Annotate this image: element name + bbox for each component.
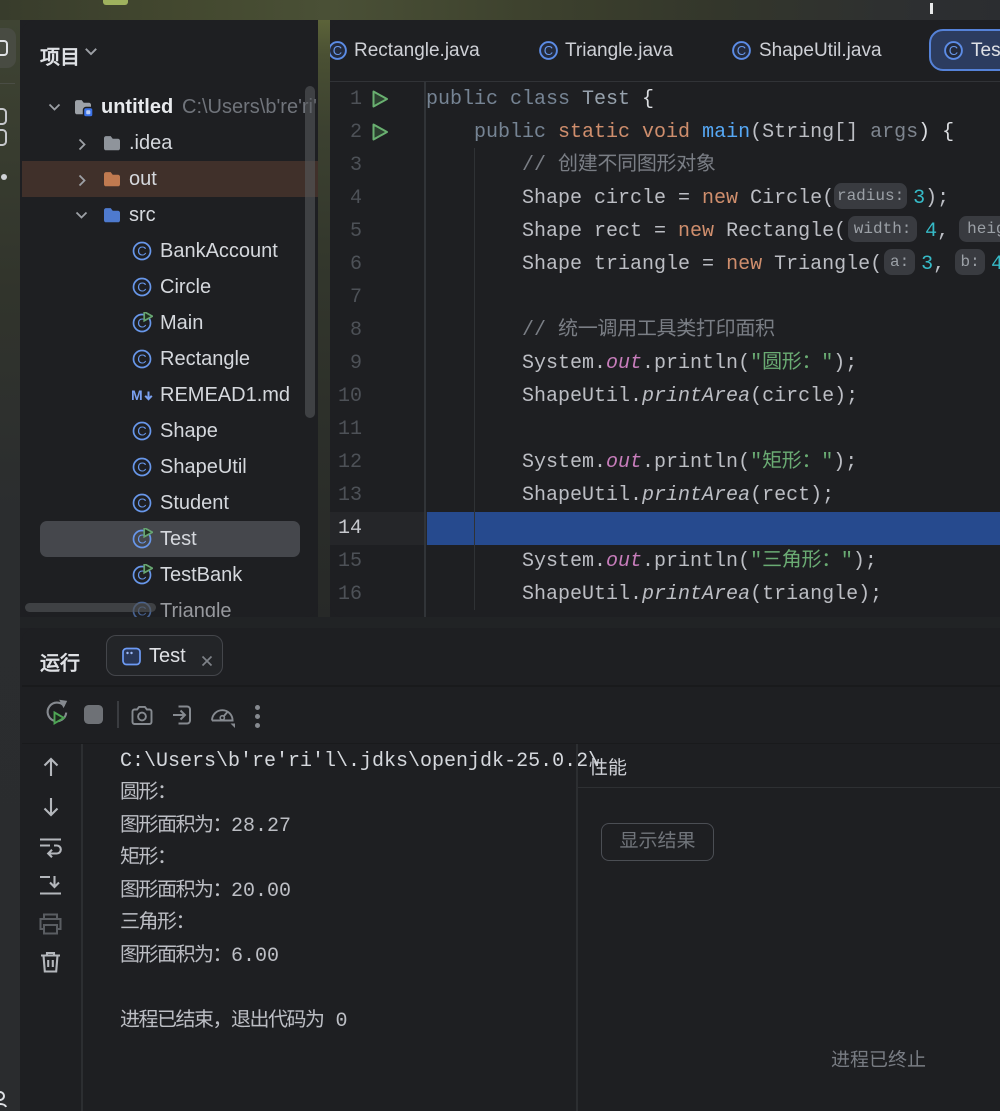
svg-text:C: C <box>137 280 146 295</box>
svg-text:C: C <box>137 244 146 259</box>
svg-text:C: C <box>544 43 553 58</box>
svg-text:C: C <box>949 43 958 58</box>
svg-text:C: C <box>137 460 146 475</box>
svg-text:C: C <box>137 424 146 439</box>
svg-text:M: M <box>132 387 143 403</box>
svg-text:C: C <box>737 43 746 58</box>
svg-text:C: C <box>333 43 342 58</box>
svg-text:C: C <box>137 496 146 511</box>
svg-text:C: C <box>137 352 146 367</box>
